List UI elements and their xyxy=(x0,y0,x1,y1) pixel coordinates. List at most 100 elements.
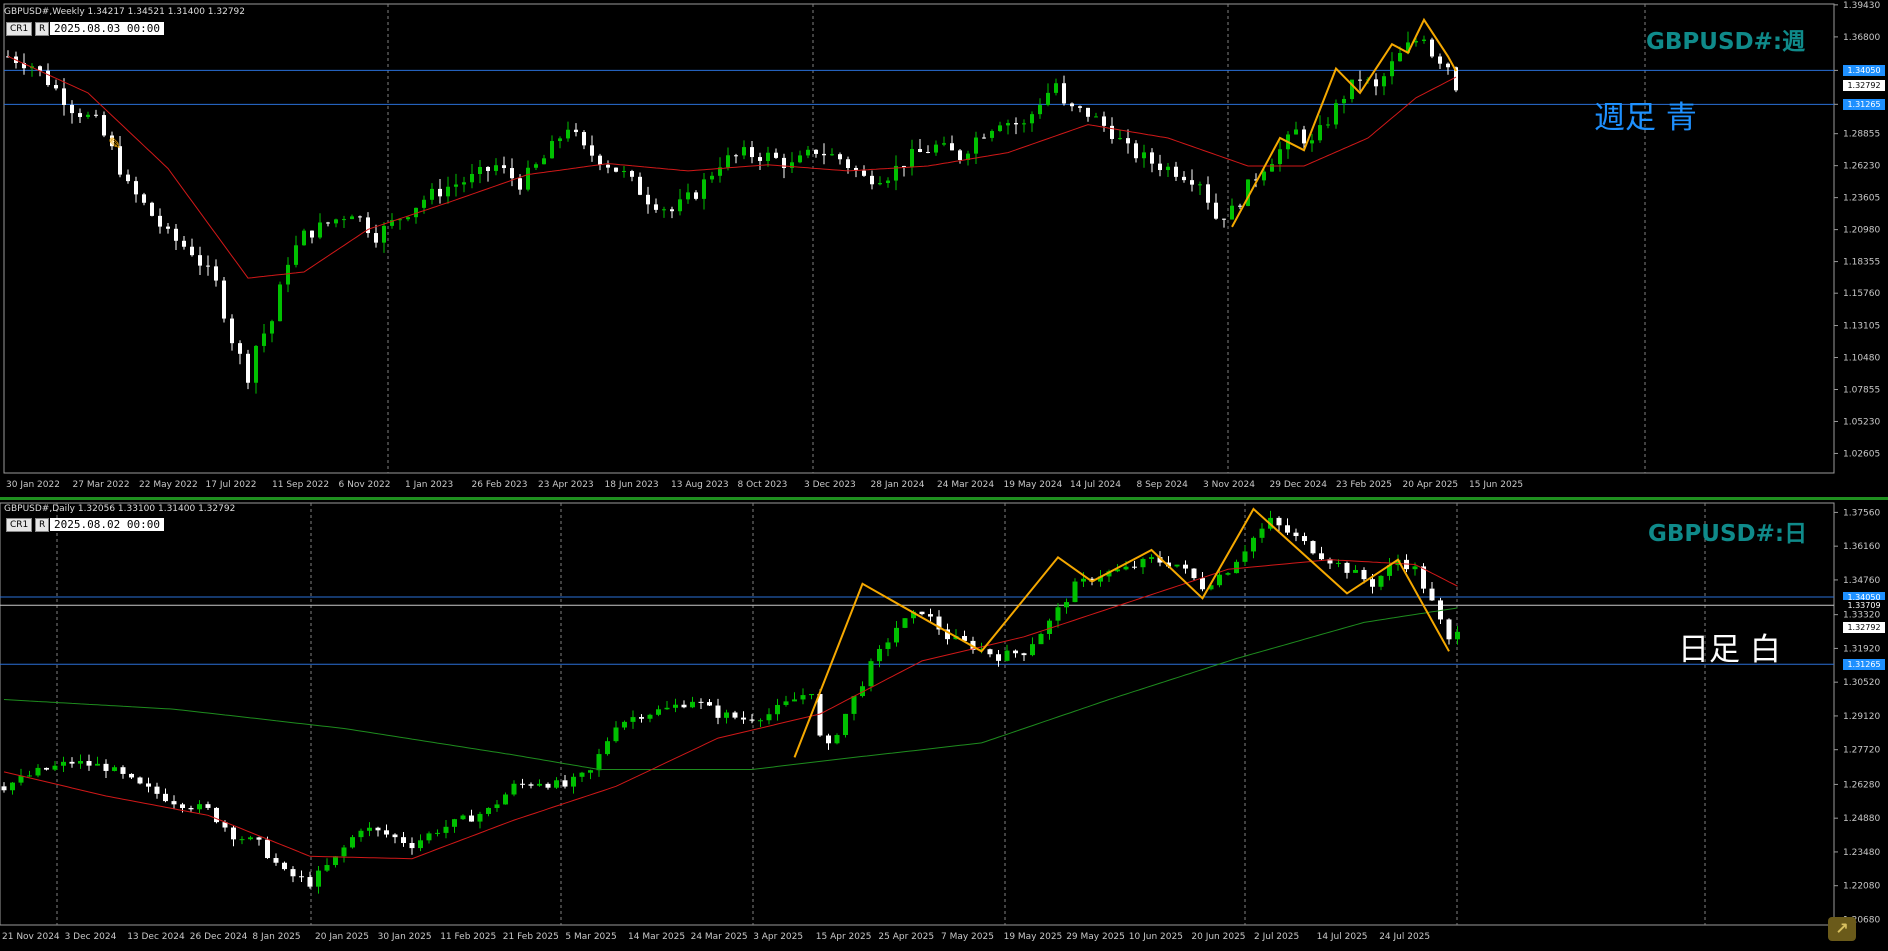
weekly-candle-body xyxy=(838,154,842,160)
weekly-x-tick-label: 15 Jun 2025 xyxy=(1469,480,1523,490)
weekly-cr-tag[interactable]: CR1 xyxy=(6,22,33,36)
weekly-x-tick-label: 27 Mar 2022 xyxy=(73,480,130,490)
weekly-candle-body xyxy=(974,137,978,154)
daily-candle-body xyxy=(1072,581,1078,603)
daily-chart-svg[interactable]: 1.37560 1.36160 1.34760 1.33320 1.31920 1.305… xyxy=(0,500,1888,947)
weekly-r-tag[interactable]: R xyxy=(35,22,50,36)
weekly-candle-body xyxy=(62,88,66,105)
crosshair-tool-icon[interactable]: ✎ xyxy=(108,134,121,153)
daily-candle-body xyxy=(1242,551,1248,562)
daily-cr-tag[interactable]: CR1 xyxy=(6,518,33,532)
weekly-y-tick-label: 1.20980 xyxy=(1843,226,1880,236)
weekly-candle-body xyxy=(190,246,194,256)
weekly-x-tick-label: 20 Apr 2025 xyxy=(1403,480,1459,490)
weekly-candle-body xyxy=(710,175,714,180)
weekly-y-tick-label: 1.15760 xyxy=(1843,289,1880,299)
weekly-candle-body xyxy=(582,132,586,146)
daily-candle-body xyxy=(1004,650,1010,661)
daily-candle-body xyxy=(758,720,763,722)
weekly-candle-body xyxy=(1446,63,1450,68)
weekly-candle-body xyxy=(206,265,210,267)
daily-candle-body xyxy=(1064,602,1069,608)
daily-candle-body xyxy=(112,767,117,771)
weekly-y-tick-label: 1.05230 xyxy=(1843,417,1880,427)
daily-x-tick-label: 30 Jan 2025 xyxy=(378,932,432,942)
weekly-candle-body xyxy=(734,155,738,157)
daily-candle-body xyxy=(460,815,466,820)
weekly-candle-body xyxy=(126,174,130,182)
weekly-y-tick-label: 1.10480 xyxy=(1843,354,1880,364)
daily-y-tick-label: 1.24880 xyxy=(1843,814,1880,824)
weekly-candle-body xyxy=(262,333,266,346)
weekly-x-tick-label: 24 Mar 2024 xyxy=(937,480,994,490)
weekly-candle-body xyxy=(1190,180,1194,185)
daily-candle-body xyxy=(163,793,168,802)
daily-candle-body xyxy=(1149,557,1154,559)
daily-candle-body xyxy=(868,661,874,687)
weekly-candle-body xyxy=(934,144,938,153)
weekly-x-tick-label: 1 Jan 2023 xyxy=(405,480,453,490)
daily-candle-body xyxy=(248,837,253,840)
daily-candle-body xyxy=(239,839,245,841)
weekly-y-tick-label: 1.36800 xyxy=(1843,33,1880,43)
daily-x-tick-label: 29 May 2025 xyxy=(1066,932,1125,942)
daily-candle-body xyxy=(197,804,202,810)
weekly-candle-body xyxy=(598,155,602,165)
daily-candle-body xyxy=(698,701,704,703)
daily-chart-pane[interactable]: 1.37560 1.36160 1.34760 1.33320 1.31920 1.305… xyxy=(0,500,1888,947)
daily-candle-body xyxy=(171,801,177,805)
daily-candle-body xyxy=(1446,619,1452,640)
daily-candle-body xyxy=(35,767,41,776)
weekly-candle-body xyxy=(1086,107,1090,117)
daily-candle-body xyxy=(1319,553,1324,560)
weekly-candle-body xyxy=(942,143,946,145)
daily-candle-body xyxy=(443,826,449,833)
weekly-candle-body xyxy=(270,321,274,334)
daily-candle-body xyxy=(154,786,160,794)
daily-candle-body xyxy=(554,780,559,788)
daily-candle-body xyxy=(282,862,287,870)
daily-candle-body xyxy=(537,783,542,786)
weekly-candle-body xyxy=(870,175,874,185)
weekly-candle-body xyxy=(1158,163,1162,171)
weekly-candle-body xyxy=(1430,39,1434,57)
daily-x-tick-label: 13 Dec 2024 xyxy=(127,932,185,942)
weekly-y-tick-label: 1.28855 xyxy=(1843,130,1880,140)
daily-candle-body xyxy=(605,741,610,755)
daily-r-tag[interactable]: R xyxy=(35,518,50,532)
daily-candle-body xyxy=(44,767,49,770)
weekly-candle-body xyxy=(318,222,322,238)
daily-candle-body xyxy=(1200,578,1205,590)
daily-candle-body xyxy=(715,705,721,718)
daily-candle-body xyxy=(545,783,551,788)
weekly-chart-svg[interactable]: 1.39430 1.36800 1.34050 1.31265 1.28855 1.262… xyxy=(0,0,1888,497)
daily-candle-body xyxy=(987,649,993,655)
daily-candle-body xyxy=(928,614,933,617)
weekly-candle-body xyxy=(230,318,234,344)
daily-candle-body xyxy=(894,627,899,643)
daily-x-tick-label: 14 Mar 2025 xyxy=(628,932,685,942)
daily-candle-body xyxy=(902,618,908,628)
weekly-price-tag: 1.32792 xyxy=(1843,80,1885,92)
weekly-chart-pane[interactable]: 1.39430 1.36800 1.34050 1.31265 1.28855 1.262… xyxy=(0,0,1888,497)
daily-candle-body xyxy=(265,839,270,859)
daily-candle-body xyxy=(103,763,109,771)
weekly-candle-body xyxy=(758,157,762,161)
weekly-ma-red-line xyxy=(7,55,1457,279)
daily-candle-body xyxy=(1344,562,1350,573)
daily-candle-body xyxy=(1378,575,1384,587)
weekly-x-tick-label: 19 May 2024 xyxy=(1004,480,1063,490)
daily-candle-body xyxy=(180,804,185,809)
weekly-candle-body xyxy=(1022,123,1026,125)
daily-candle-body xyxy=(792,699,797,702)
weekly-candle-body xyxy=(862,170,866,176)
weekly-y-tick-label: 1.26230 xyxy=(1843,162,1880,172)
weekly-candle-body xyxy=(246,353,250,383)
weekly-note: 週足 青 xyxy=(1594,100,1697,136)
weekly-candle-body xyxy=(990,131,994,138)
daily-candle-body xyxy=(1225,573,1231,575)
weekly-candle-body xyxy=(542,158,546,165)
weekly-x-tick-label: 3 Nov 2024 xyxy=(1203,480,1255,490)
daily-candle-body xyxy=(324,865,330,871)
daily-candle-body xyxy=(1081,578,1086,582)
